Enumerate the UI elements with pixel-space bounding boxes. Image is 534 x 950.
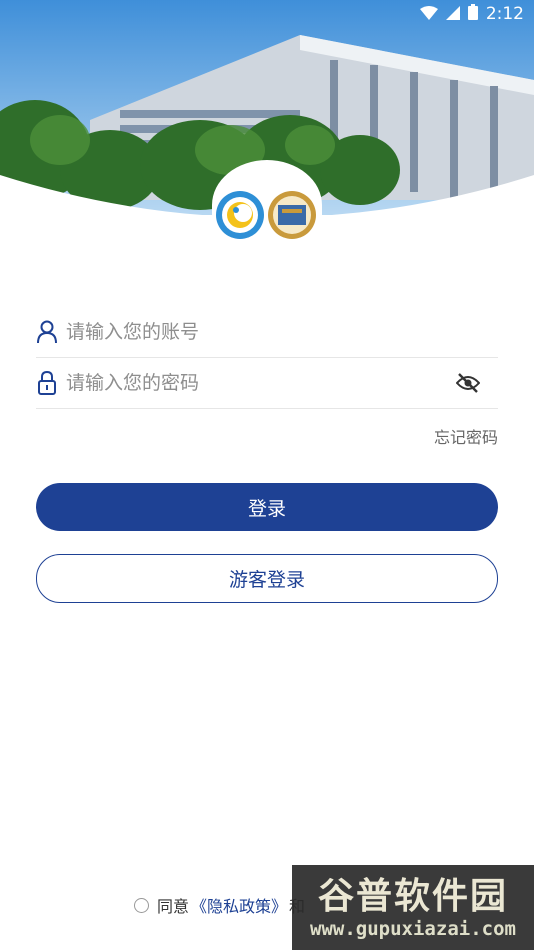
watermark-title: 谷普软件园 — [317, 875, 508, 917]
forgot-password-link[interactable]: 忘记密码 — [434, 424, 498, 448]
watermark: 谷普软件园 www.gupuxiazai.com — [292, 865, 534, 950]
username-field[interactable] — [36, 307, 498, 358]
agree-radio[interactable] — [134, 897, 149, 913]
battery-icon — [467, 4, 478, 24]
lock-icon — [36, 371, 58, 395]
user-icon — [36, 320, 58, 344]
school-logos — [212, 160, 322, 250]
wifi-icon — [419, 5, 438, 24]
guest-login-button[interactable]: 游客登录 — [36, 554, 498, 603]
agree-prefix: 同意 — [157, 897, 190, 916]
status-time: 2:12 — [485, 4, 524, 24]
status-bar: 2:12 — [0, 0, 534, 28]
signal-icon — [445, 5, 460, 24]
password-input[interactable] — [64, 371, 454, 395]
seal-logo-icon — [268, 191, 316, 239]
gear-logo-icon — [216, 191, 264, 239]
eye-off-icon[interactable] — [454, 369, 482, 397]
login-button[interactable]: 登录 — [36, 483, 498, 531]
username-input[interactable] — [64, 320, 498, 344]
agreement-row: 同意 《隐私政策》 和 — [134, 893, 305, 917]
password-field[interactable] — [36, 358, 498, 409]
watermark-url: www.gupuxiazai.com — [310, 917, 516, 940]
privacy-policy-link[interactable]: 《隐私政策》 — [191, 893, 287, 917]
